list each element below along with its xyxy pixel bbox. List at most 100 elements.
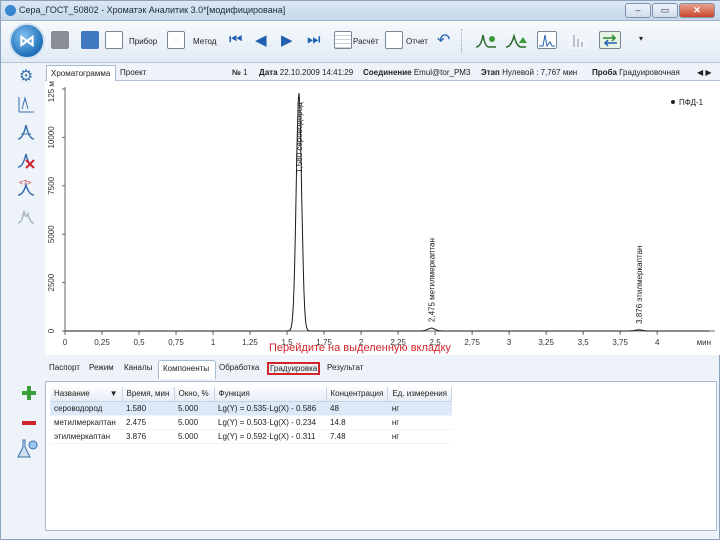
cell-window[interactable]: 5.000 (174, 415, 214, 430)
toolbar-more-dropdown[interactable]: ▾ (639, 34, 643, 43)
tab-passport[interactable]: Паспорт (49, 363, 80, 372)
peak-label: 3,876 этилмеркаптан (635, 246, 644, 324)
add-component-icon[interactable] (21, 385, 37, 401)
instrument-icon[interactable] (105, 31, 123, 49)
cell-window[interactable]: 5.000 (174, 401, 214, 416)
next-icon[interactable]: ▶ (281, 31, 293, 49)
connection-label: Соединение (363, 68, 412, 77)
peak-label: 2,475 метилмеркаптан (427, 238, 436, 322)
table-row[interactable]: метилмеркаптан 2.475 5.000 Lg(Y) = 0.503… (50, 415, 452, 430)
column-header-name-label: Название (54, 389, 90, 399)
first-icon[interactable]: ⏮ (229, 31, 243, 48)
maximize-button[interactable]: ▭ (652, 3, 678, 18)
tab-components[interactable]: Компоненты (158, 360, 216, 379)
column-header-function[interactable]: Функция (214, 387, 327, 402)
instrument-button[interactable]: Прибор (129, 37, 157, 46)
cell-time[interactable]: 1.580 (122, 401, 174, 416)
y-tick-label: 0 (47, 328, 56, 333)
last-icon[interactable]: ⏭ (307, 31, 321, 48)
cell-concentration[interactable]: 48 (326, 401, 388, 416)
cell-time[interactable]: 2.475 (122, 415, 174, 430)
bars-view-icon[interactable] (567, 31, 587, 49)
baseline-icon[interactable] (15, 93, 37, 115)
window-title: Сера_ГОСТ_50802 - Хроматэк Аналитик 3.0*… (19, 5, 286, 15)
y-tick-label: 5000 (47, 225, 56, 243)
column-header-window[interactable]: Окно, % (174, 387, 215, 402)
chromatogram-chart[interactable]: 0 2500 5000 7500 10000 125 мВ 0 0,25 0,5 0,75 1 1,2… (45, 81, 720, 355)
calculation-icon[interactable] (334, 31, 352, 49)
tab-chromatogram[interactable]: Хроматограмма (46, 65, 116, 81)
tab-mode[interactable]: Режим (89, 363, 114, 372)
tab-project[interactable]: Проект (116, 65, 156, 81)
prev-icon[interactable]: ◀ (255, 31, 267, 49)
app-window: Сера_ГОСТ_50802 - Хроматэк Аналитик 3.0*… (0, 0, 720, 540)
cell-function[interactable]: Lg(Y) = 0.535·Lg(X) - 0.586 (214, 401, 326, 416)
cell-unit[interactable]: нг (387, 429, 452, 444)
calculation-button[interactable]: Расчёт (353, 37, 379, 46)
table-row[interactable]: сероводород 1.580 5.000 Lg(Y) = 0.535·Lg… (50, 401, 452, 416)
report-icon[interactable] (385, 31, 403, 49)
date-field: Дата 22.10.2009 14:41:29 (259, 68, 353, 77)
report-button[interactable]: Отчет (406, 37, 428, 46)
stage-value: Нулевой : 7,767 мин (502, 68, 578, 77)
column-header-concentration[interactable]: Концентрация (326, 387, 389, 402)
column-header-time[interactable]: Время, мин (122, 387, 175, 402)
number-value: 1 (243, 68, 248, 77)
tab-channels[interactable]: Каналы (124, 363, 152, 372)
method-icon[interactable] (167, 31, 185, 49)
cell-name[interactable]: этилмеркаптан (50, 429, 122, 444)
settings-gear-icon[interactable]: ⚙ (15, 65, 37, 87)
undo-icon[interactable]: ↶ (437, 30, 450, 50)
signal-series-line (65, 92, 709, 332)
tab-result[interactable]: Результат (327, 363, 363, 372)
method-button[interactable]: Метод (193, 37, 216, 46)
cell-name[interactable]: сероводород (50, 401, 122, 416)
cell-window[interactable]: 5.000 (174, 429, 214, 444)
sample-nav-arrows[interactable]: ◀ ▶ (697, 68, 712, 77)
x-tick-label: 0,25 (94, 338, 110, 347)
library-flask-icon[interactable] (15, 437, 39, 461)
x-axis-unit-label: мин (697, 338, 711, 347)
cell-unit[interactable]: нг (387, 401, 452, 416)
cell-function[interactable]: Lg(Y) = 0.503·Lg(X) - 0.234 (214, 415, 326, 430)
app-logo-icon: ⋈ (19, 33, 35, 50)
tab-processing[interactable]: Обработка (219, 363, 259, 372)
x-tick-label: 3 (507, 338, 512, 347)
peak-label: 1,580 сероводород (295, 102, 304, 173)
table-header-row: Название ▼ Время, мин Окно, % Функция Ко… (50, 387, 453, 402)
column-header-name[interactable]: Название ▼ (50, 387, 123, 402)
transfer-icon[interactable] (599, 31, 621, 49)
peak-icon[interactable] (15, 121, 37, 143)
delete-peak-icon[interactable] (15, 149, 37, 171)
x-tick-label: 0,75 (168, 338, 184, 347)
x-tick-label: 1 (211, 338, 216, 347)
app-menu-button[interactable]: ⋈ (9, 23, 45, 59)
cell-name[interactable]: метилмеркаптан (50, 415, 122, 430)
split-peak-icon[interactable] (15, 205, 37, 227)
y-tick-label: 7500 (47, 176, 56, 194)
peak-bounds-icon[interactable]: <?> (15, 177, 37, 199)
minimize-button[interactable]: – (625, 3, 651, 18)
components-table: Название ▼ Время, мин Окно, % Функция Ко… (50, 387, 453, 444)
cell-concentration[interactable]: 7.48 (326, 429, 388, 444)
x-tick-label: 4 (655, 338, 660, 347)
toolbar-separator (461, 29, 463, 53)
sort-desc-icon[interactable]: ▼ (110, 389, 118, 398)
column-header-unit[interactable]: Ед. измерения (387, 387, 453, 402)
table-row[interactable]: этилмеркаптан 3.876 5.000 Lg(Y) = 0.592·… (50, 429, 452, 444)
title-bar: Сера_ГОСТ_50802 - Хроматэк Аналитик 3.0*… (1, 1, 720, 21)
close-button[interactable]: ✕ (679, 3, 715, 18)
cell-function[interactable]: Lg(Y) = 0.592·Lg(X) - 0.311 (214, 429, 326, 444)
peak-up-icon[interactable] (505, 31, 527, 49)
save-icon[interactable] (81, 31, 99, 49)
y-tick-label: 125 мВ (47, 81, 56, 102)
tab-calibration[interactable]: Градуировка (267, 362, 321, 375)
cell-unit[interactable]: нг (387, 415, 452, 430)
cell-time[interactable]: 3.876 (122, 429, 174, 444)
open-folder-icon[interactable] (51, 31, 69, 49)
cell-concentration[interactable]: 14.8 (326, 415, 388, 430)
remove-component-icon[interactable] (21, 415, 37, 431)
peak-add-icon[interactable] (475, 31, 497, 49)
chromatogram-view-icon[interactable] (537, 31, 557, 49)
sample-value: Градуировочная (619, 68, 680, 77)
